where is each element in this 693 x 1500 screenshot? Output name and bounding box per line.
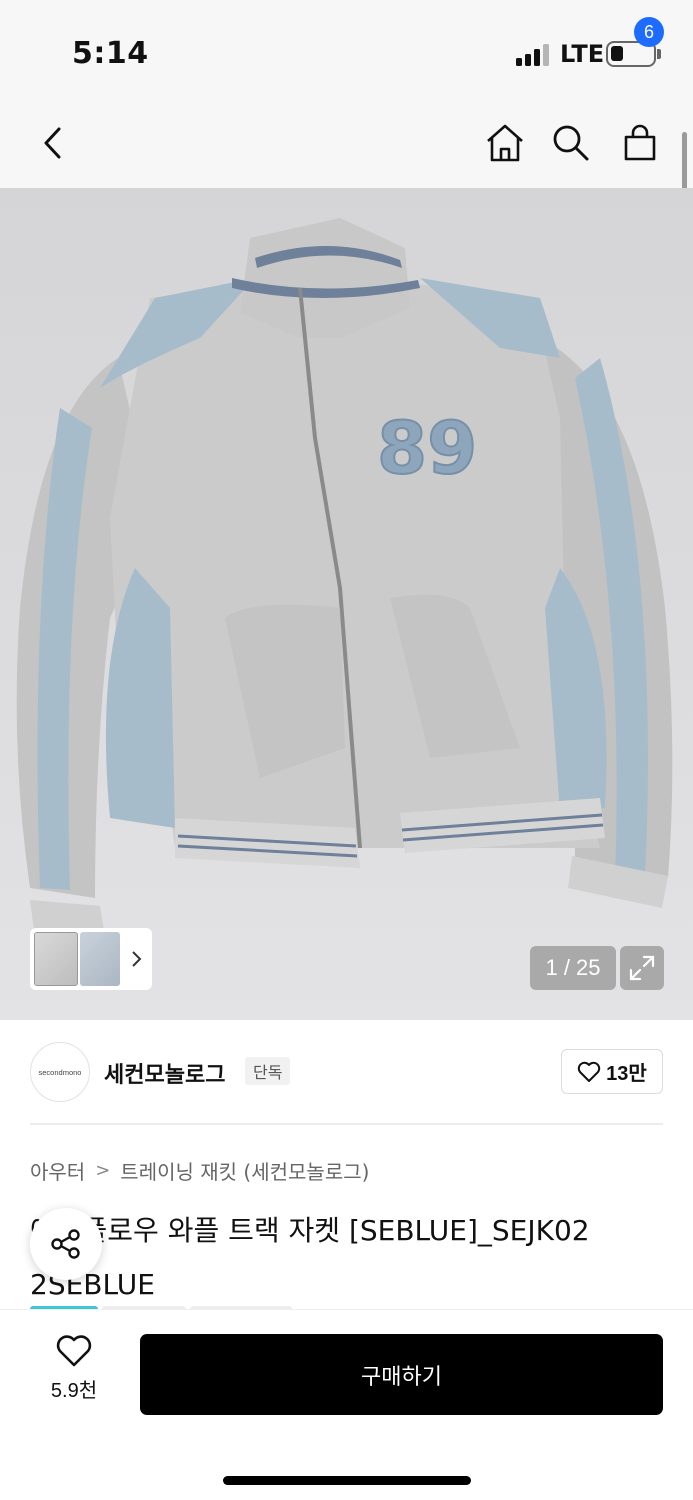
product-title: 에스플로우 와플 트랙 자켓 [SEBLUE]_SEJK02 2SEBLUE xyxy=(30,1204,663,1312)
breadcrumb-subcategory[interactable]: 트레이닝 재킷 (세컨모놀로그) xyxy=(120,1156,369,1185)
brand-logo[interactable]: secondmono xyxy=(30,1042,90,1102)
thumbnail-2[interactable] xyxy=(80,932,120,986)
exclusive-badge: 단독 xyxy=(245,1057,291,1085)
chevron-right-icon xyxy=(132,951,142,967)
network-type: LTE xyxy=(560,40,605,68)
breadcrumb: 아우터 > 트레이닝 재킷 (세컨모놀로그) xyxy=(30,1156,369,1185)
home-icon xyxy=(487,124,523,162)
search-button[interactable] xyxy=(546,98,596,188)
shopping-bag-icon xyxy=(624,124,656,161)
share-icon xyxy=(51,1229,80,1259)
back-button[interactable] xyxy=(28,98,78,188)
expand-button[interactable] xyxy=(620,946,664,990)
heart-icon xyxy=(56,1335,92,1367)
wishlist-count: 5.9천 xyxy=(50,1380,98,1402)
chevron-right-icon: > xyxy=(95,1160,111,1181)
breadcrumb-category[interactable]: 아우터 xyxy=(30,1156,85,1185)
battery-tip xyxy=(657,49,661,59)
signal-icon xyxy=(516,44,550,66)
cart-button[interactable] xyxy=(612,98,668,188)
search-icon xyxy=(553,125,589,161)
product-title-line-2: 2SEBLUE xyxy=(30,1268,155,1301)
divider xyxy=(30,1123,663,1125)
brand-like-button[interactable]: 13만 xyxy=(561,1049,663,1094)
cart-count-badge: 6 xyxy=(634,17,664,47)
status-bar: 5:14 LTE xyxy=(0,0,693,98)
thumbnail-1[interactable] xyxy=(34,932,78,986)
brand-name[interactable]: 세컨모놀로그 xyxy=(104,1057,225,1089)
brand-row: secondmono 세컨모놀로그 단독 13만 xyxy=(0,1020,693,1124)
jacket-number: 89 xyxy=(377,406,477,490)
heart-icon xyxy=(577,1061,601,1082)
image-counter: 1 / 25 xyxy=(530,946,616,990)
share-button[interactable] xyxy=(30,1208,102,1280)
chevron-left-icon xyxy=(44,127,61,159)
buy-button[interactable]: 구매하기 xyxy=(140,1334,663,1415)
thumbnail-strip[interactable] xyxy=(30,928,152,990)
product-image[interactable]: 89 xyxy=(0,188,693,1020)
status-time: 5:14 xyxy=(72,36,149,71)
product-title-line-1: 에스플로우 와플 트랙 자켓 [SEBLUE]_SEJK02 xyxy=(30,1214,590,1247)
jacket-illustration: 89 xyxy=(16,218,673,936)
home-button[interactable] xyxy=(480,98,530,188)
top-nav xyxy=(0,98,693,188)
wishlist-button[interactable]: 5.9천 xyxy=(30,1334,118,1414)
brand-like-count: 13만 xyxy=(606,1063,647,1085)
expand-icon xyxy=(629,955,655,981)
home-indicator xyxy=(223,1476,471,1485)
